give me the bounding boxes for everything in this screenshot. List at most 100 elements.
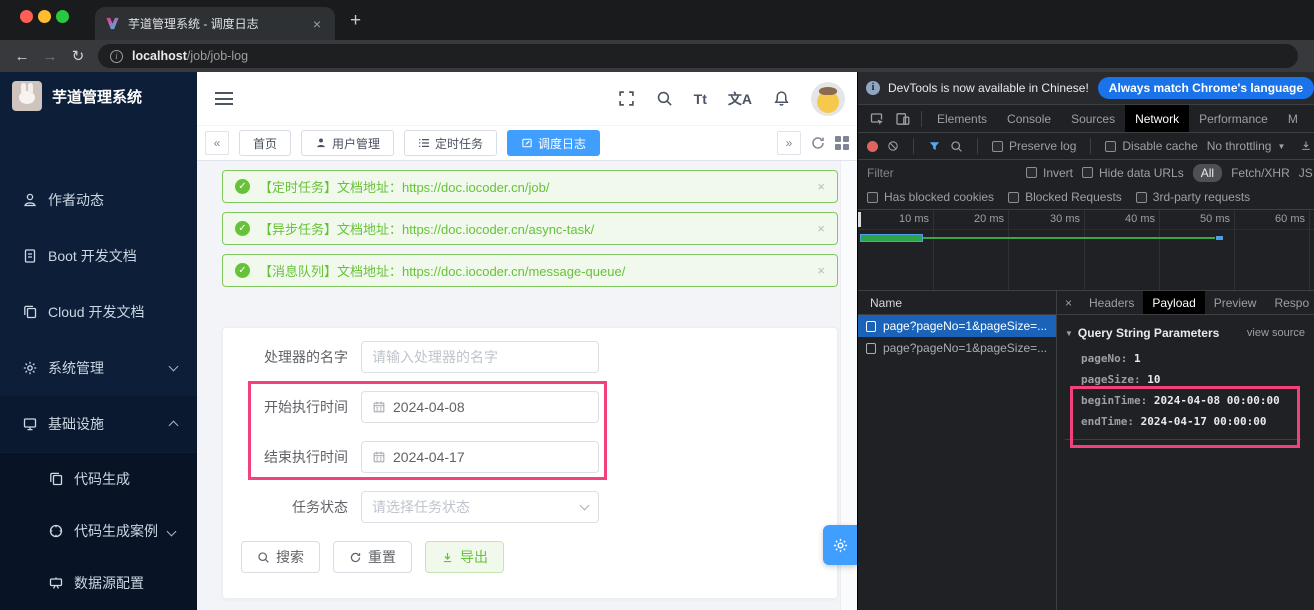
task-status-select[interactable]: 请选择任务状态 [361,491,599,523]
query-string-title: Query String Parameters [1077,326,1220,340]
traffic-light-zoom[interactable] [56,10,69,23]
devtools-tab-console[interactable]: Console [997,105,1061,132]
close-details-icon[interactable]: × [1057,296,1080,310]
tabs-scroll-left-icon[interactable]: « [205,131,229,155]
details-tab-headers[interactable]: Headers [1080,291,1143,314]
hamburger-menu-icon[interactable] [215,92,233,105]
details-tab-payload[interactable]: Payload [1143,291,1205,314]
traffic-light-close[interactable] [20,10,33,23]
page-tab-job-log-active[interactable]: 调度日志 [507,130,601,156]
layout-grid-icon[interactable] [835,136,849,150]
devtools-tab-performance[interactable]: Performance [1189,105,1278,132]
info-icon: i [866,81,880,95]
font-size-icon[interactable]: Tt [694,91,707,107]
sidebar-item-code-gen-demo[interactable]: 代码生成案例 [0,505,197,557]
alert-close-icon[interactable]: × [817,179,825,194]
details-tab-preview[interactable]: Preview [1205,291,1266,314]
handler-name-input[interactable] [372,349,588,365]
filter-pill-all[interactable]: All [1192,163,1223,182]
sidebar-item-system-mgmt[interactable]: 系统管理 [0,340,197,396]
always-match-language-button[interactable]: Always match Chrome's language [1097,77,1314,99]
reset-button[interactable]: 重置 [333,541,412,573]
reload-icon[interactable]: ↻ [64,47,92,65]
theme-settings-fab[interactable] [823,525,857,565]
sidebar-item-author-news[interactable]: 作者动态 [0,172,197,228]
view-source-link[interactable]: view source [1247,327,1305,339]
new-tab-button[interactable]: + [350,10,361,32]
query-string-section-header[interactable]: ▼ Query String Parameters view source [1065,326,1305,340]
sidebar-item-infrastructure[interactable]: 基础设施 [0,396,197,452]
throttling-value: No throttling [1206,139,1272,153]
translate-icon[interactable]: 文A [728,89,752,109]
has-blocked-cookies-checkbox[interactable]: Has blocked cookies [867,190,994,204]
browser-tab[interactable]: 芋道管理系统 - 调度日志 × [95,7,335,40]
sidebar-item-cloud-docs[interactable]: Cloud 开发文档 [0,284,197,340]
sidebar-logo[interactable]: 芋道管理系统 [0,72,197,120]
handler-name-label: 处理器的名字 [264,349,348,365]
clear-icon[interactable] [887,140,899,152]
throttling-dropdown[interactable]: No throttling ▼ [1207,139,1286,153]
begin-time-picker[interactable]: 2024-04-08 [361,391,599,423]
edit-icon [521,137,533,149]
task-status-label: 任务状态 [292,499,348,515]
timeline-tick: 60 ms [1275,213,1305,225]
refresh-page-icon[interactable] [810,135,826,151]
invert-checkbox[interactable]: Invert [1026,166,1073,180]
app-logo-avatar [12,81,42,111]
form-row-handler: 处理器的名字 [223,341,599,373]
check-circle-icon: ✓ [235,221,250,236]
devtools-language-banner: i DevTools is now available in Chinese! … [858,72,1314,105]
forward-icon[interactable]: → [36,48,64,65]
traffic-light-minimize[interactable] [38,10,51,23]
preserve-log-checkbox[interactable]: Preserve log [992,139,1076,153]
inspect-element-icon[interactable] [869,111,885,127]
reset-button-label: 重置 [368,549,396,565]
details-tab-bar: × Headers Payload Preview Respo [1057,291,1314,315]
tabs-scroll-right-icon[interactable]: » [777,131,801,155]
details-tab-response[interactable]: Respo [1265,291,1314,314]
search-icon[interactable] [950,140,963,153]
request-details-pane: × Headers Payload Preview Respo ▼ Query … [1056,291,1314,610]
page-tab-home[interactable]: 首页 [239,130,292,156]
request-row[interactable]: page?pageNo=1&pageSize=... [858,337,1056,359]
tab-close-icon[interactable]: × [309,16,325,32]
sidebar-item-code-gen[interactable]: 代码生成 [0,453,197,505]
devtools-tab-sources[interactable]: Sources [1061,105,1125,132]
page-tab-label: 用户管理 [332,136,381,151]
requests-name-header[interactable]: Name [858,291,1056,315]
filter-pill-fetch-xhr[interactable]: Fetch/XHR [1231,166,1290,180]
address-bar[interactable]: i localhost/job/job-log [98,44,1298,68]
sidebar-item-boot-docs[interactable]: Boot 开发文档 [0,228,197,284]
user-avatar[interactable] [811,81,845,116]
devtools-tab-memory[interactable]: M [1278,105,1308,132]
filter-input[interactable]: Filter [867,166,1017,180]
hide-data-urls-checkbox[interactable]: Hide data URLs [1082,166,1184,180]
third-party-requests-checkbox[interactable]: 3rd-party requests [1135,190,1250,204]
devtools-tab-elements[interactable]: Elements [927,105,997,132]
param-value: 2024-04-17 00:00:00 [1140,415,1267,428]
alert-close-icon[interactable]: × [817,263,825,278]
import-har-icon[interactable] [1300,140,1312,152]
back-icon[interactable]: ← [8,48,36,65]
device-toolbar-icon[interactable] [895,111,911,127]
search-icon[interactable] [656,90,673,107]
search-button[interactable]: 搜索 [241,541,320,573]
site-info-icon[interactable]: i [110,49,123,63]
devtools-tab-network[interactable]: Network [1125,105,1190,132]
sidebar-item-datasource-config[interactable]: 数据源配置 [0,557,197,609]
checkbox-icon [1105,140,1117,152]
page-tab-user-mgmt[interactable]: 用户管理 [301,130,395,156]
disable-cache-checkbox[interactable]: Disable cache [1105,139,1198,153]
page-tab-scheduled-jobs[interactable]: 定时任务 [404,130,498,156]
request-row-selected[interactable]: page?pageNo=1&pageSize=... [858,315,1056,337]
export-button[interactable]: 导出 [425,541,504,573]
end-time-picker[interactable]: 2024-04-17 [361,441,599,473]
blocked-requests-checkbox[interactable]: Blocked Requests [1008,190,1122,204]
fullscreen-icon[interactable] [618,90,635,107]
bell-icon[interactable] [773,90,790,107]
filter-icon[interactable] [928,140,941,152]
filter-pill-js[interactable]: JS [1299,166,1313,180]
record-icon[interactable] [867,140,878,152]
alert-close-icon[interactable]: × [817,221,825,236]
network-overview-timeline[interactable]: 10 ms 20 ms 30 ms 40 ms 50 ms 60 ms [858,210,1314,291]
